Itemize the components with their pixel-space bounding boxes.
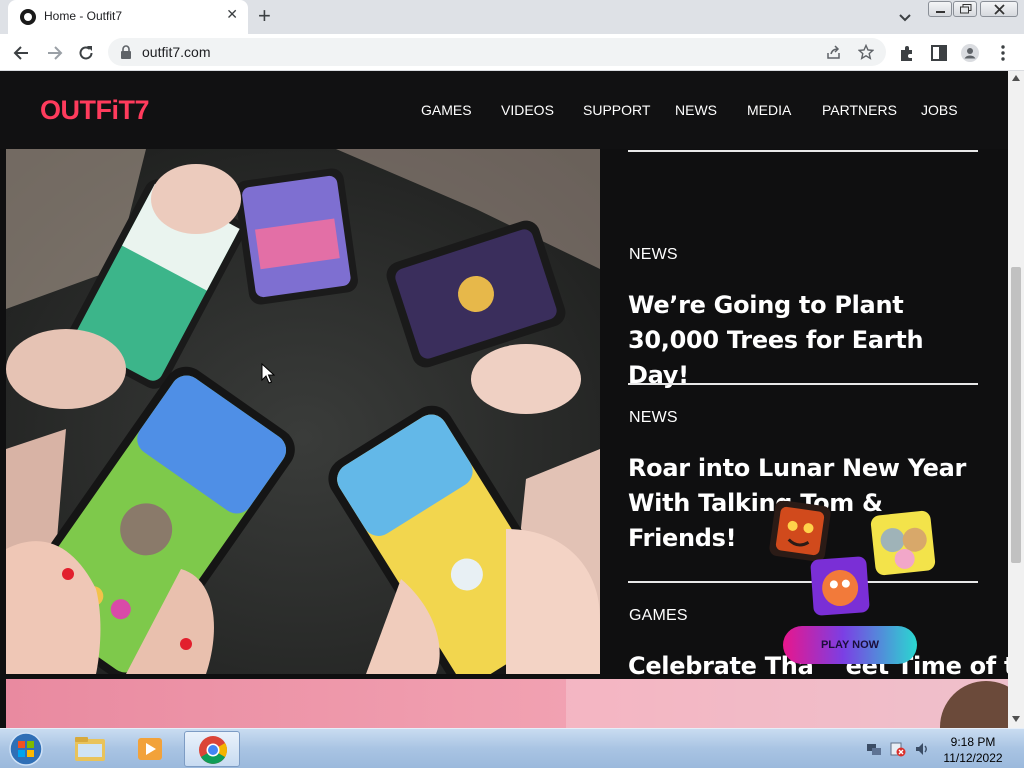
taskbar-explorer[interactable]: [62, 731, 118, 767]
new-tab-button[interactable]: +: [258, 3, 271, 29]
network-icon[interactable]: [866, 741, 882, 757]
bookmark-star-icon[interactable]: [858, 44, 874, 60]
action-center-warning-icon[interactable]: [890, 741, 906, 757]
divider: [628, 150, 978, 152]
reload-icon[interactable]: [76, 43, 96, 63]
back-icon[interactable]: [12, 43, 32, 63]
tab-strip: Home - Outfit7 ✕ +: [0, 0, 1024, 34]
divider: [628, 383, 978, 385]
game-icons-image: [769, 500, 936, 616]
page-viewport: OUTFiT7 GAMES VIDEOS SUPPORT NEWS MEDIA …: [0, 71, 1008, 728]
nav-news[interactable]: NEWS: [675, 102, 717, 118]
restore-icon: [960, 4, 972, 14]
nav-support[interactable]: SUPPORT: [583, 102, 650, 118]
close-window-icon: [994, 4, 1005, 15]
side-panel-icon[interactable]: [929, 43, 949, 63]
windows-taskbar: 9:18 PM 11/12/2022: [0, 728, 1024, 768]
close-window-button[interactable]: [980, 1, 1018, 17]
address-bar[interactable]: outfit7.com: [108, 38, 886, 66]
close-tab-icon[interactable]: ✕: [226, 7, 238, 23]
chrome-icon: [199, 736, 227, 764]
tab-search-icon[interactable]: [896, 8, 914, 26]
outfit7-favicon-icon: [20, 9, 36, 25]
nav-media[interactable]: MEDIA: [747, 102, 791, 118]
article-category[interactable]: NEWS: [629, 409, 678, 427]
mouse-cursor-icon: [261, 363, 275, 384]
browser-tab[interactable]: Home - Outfit7 ✕: [8, 0, 248, 34]
forward-icon[interactable]: [44, 43, 64, 63]
url-text: outfit7.com: [142, 44, 211, 60]
system-clock[interactable]: 9:18 PM 11/12/2022: [930, 734, 1016, 766]
article-title[interactable]: We’re Going to Plant 30,000 Trees for Ea…: [628, 288, 988, 393]
browser-toolbar: outfit7.com: [0, 34, 1024, 71]
site-header: OUTFiT7 GAMES VIDEOS SUPPORT NEWS MEDIA …: [0, 71, 1008, 149]
hands-with-phones-image: [6, 149, 600, 674]
scroll-down-arrow-icon[interactable]: [1012, 716, 1020, 722]
minimize-button[interactable]: [928, 1, 952, 17]
media-player-icon: [138, 738, 162, 760]
restore-button[interactable]: [953, 1, 977, 17]
page-scrollbar[interactable]: [1008, 71, 1024, 728]
volume-icon[interactable]: [914, 741, 930, 757]
nav-videos[interactable]: VIDEOS: [501, 102, 554, 118]
minimize-icon: [936, 11, 945, 13]
scroll-up-arrow-icon[interactable]: [1012, 75, 1020, 81]
banner-image: [566, 679, 1008, 728]
nav-jobs[interactable]: JOBS: [921, 102, 958, 118]
chrome-menu-icon[interactable]: [993, 43, 1013, 63]
nav-partners[interactable]: PARTNERS: [822, 102, 897, 118]
clock-time: 9:18 PM: [950, 735, 996, 749]
taskbar-chrome[interactable]: [184, 731, 240, 767]
article-category[interactable]: NEWS: [629, 246, 678, 264]
next-section-banner: [6, 679, 1008, 728]
profile-avatar-icon[interactable]: [960, 43, 980, 63]
scrollbar-thumb[interactable]: [1011, 267, 1021, 563]
clock-date: 11/12/2022: [943, 751, 1003, 765]
share-icon[interactable]: [826, 44, 842, 60]
tab-title: Home - Outfit7: [44, 9, 123, 23]
play-now-button[interactable]: PLAY NOW: [783, 626, 917, 664]
start-orb-icon[interactable]: [4, 731, 48, 767]
hero-photo[interactable]: [6, 149, 600, 674]
game-promo-popup[interactable]: PLAY NOW: [760, 500, 960, 671]
lock-icon[interactable]: [120, 45, 132, 59]
extensions-puzzle-icon[interactable]: [897, 43, 917, 63]
taskbar-media-player[interactable]: [122, 731, 178, 767]
outfit7-logo[interactable]: OUTFiT7: [40, 95, 150, 126]
folder-icon: [75, 737, 105, 761]
nav-games[interactable]: GAMES: [421, 102, 472, 118]
article-category[interactable]: GAMES: [629, 607, 688, 625]
